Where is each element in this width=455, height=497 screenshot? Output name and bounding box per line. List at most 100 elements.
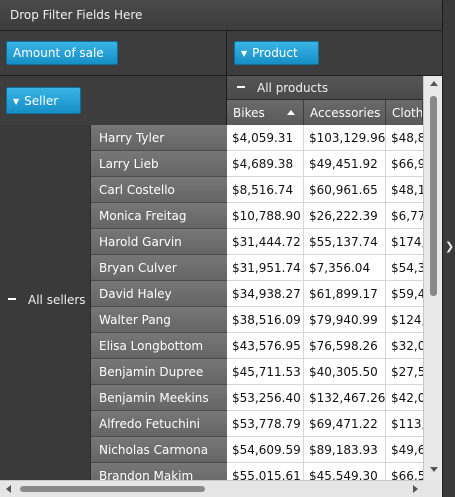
data-cell[interactable]: $55,015.61 [227,463,304,480]
data-cell[interactable]: $6,77 [386,203,423,228]
data-cell[interactable]: $48,8 [386,125,423,150]
data-cell[interactable]: $54,609.59 [227,437,304,462]
data-cell[interactable]: $49,6 [386,437,423,462]
data-cell[interactable]: $27,5 [386,359,423,384]
data-cell[interactable]: $124, [386,307,423,332]
row-header[interactable]: Alfredo Fetuchini [91,411,227,437]
chevron-right-icon[interactable]: ❯ [445,240,454,254]
horizontal-scrollbar[interactable] [0,480,442,497]
row-header[interactable]: Harold Garvin [91,229,227,255]
field-label: Seller [24,94,59,108]
collapse-icon[interactable] [8,298,16,300]
column-fields-zone[interactable]: ▼ Product [227,31,442,76]
amount-of-sale-field-button[interactable]: Amount of sale [6,41,118,65]
data-cell[interactable]: $38,516.09 [227,307,304,332]
data-cell[interactable]: $103,129.96 [304,125,386,150]
data-cell[interactable]: $61,899.17 [304,281,386,306]
data-cell[interactable]: $69,471.22 [304,411,386,436]
data-cell[interactable]: $89,183.93 [304,437,386,462]
data-cell[interactable]: $7,356.04 [304,255,386,280]
scroll-left-icon[interactable] [6,485,11,493]
table-row: $45,711.53 $40,305.50 $27,5 [227,359,423,385]
table-row: $53,256.40 $132,467.26 $42,0 [227,385,423,411]
row-header[interactable]: Brandon Makim [91,463,227,480]
scrollbar-corner [423,480,442,497]
data-cell[interactable]: $10,788.90 [227,203,304,228]
field-label: Product [252,46,298,60]
table-row: $38,516.09 $79,940.99 $124, [227,307,423,333]
row-header[interactable]: Benjamin Dupree [91,359,227,385]
data-cell[interactable]: $174, [386,229,423,254]
horizontal-scroll-thumb[interactable] [20,486,205,492]
row-header[interactable]: Benjamin Meekins [91,385,227,411]
row-header[interactable]: David Haley [91,281,227,307]
data-cell[interactable]: $59,4 [386,281,423,306]
table-row: $34,938.27 $61,899.17 $59,4 [227,281,423,307]
row-header[interactable]: Bryan Culver [91,255,227,281]
column-header-accessories[interactable]: Accessories [304,100,386,125]
data-cell[interactable]: $45,549.30 [304,463,386,480]
row-header[interactable]: Larry Lieb [91,151,227,177]
column-group-header[interactable]: All products [227,76,423,100]
table-row: $10,788.90 $26,222.39 $6,77 [227,203,423,229]
row-header[interactable]: Walter Pang [91,307,227,333]
data-cell[interactable]: $4,689.38 [227,151,304,176]
row-group-label: All sellers [28,293,86,307]
data-cell[interactable]: $31,951.74 [227,255,304,280]
row-header[interactable]: Carl Costello [91,177,227,203]
row-header[interactable]: Nicholas Carmona [91,437,227,463]
data-cell[interactable]: $55,137.74 [304,229,386,254]
product-field-button[interactable]: ▼ Product [234,41,319,65]
data-cell[interactable]: $31,444.72 [227,229,304,254]
column-group-label: All products [257,81,329,95]
table-row: $53,778.79 $69,471.22 $113, [227,411,423,437]
column-header-bikes[interactable]: Bikes [227,100,304,125]
table-row: $43,576.95 $76,598.26 $32,0 [227,333,423,359]
data-cell[interactable]: $26,222.39 [304,203,386,228]
data-cell[interactable]: $66,5 [386,463,423,480]
row-fields-zone[interactable]: ▼ Seller [0,76,227,125]
table-row: $31,951.74 $7,356.04 $54,3 [227,255,423,281]
column-header-label: Accessories [310,106,381,120]
data-cell[interactable]: $45,711.53 [227,359,304,384]
row-header[interactable]: Monica Freitag [91,203,227,229]
table-row: $4,689.38 $49,451.92 $66,9 [227,151,423,177]
data-cell[interactable]: $4,059.31 [227,125,304,150]
row-group-header[interactable]: All sellers [0,125,91,480]
data-cell[interactable]: $43,576.95 [227,333,304,358]
data-cell[interactable]: $53,778.79 [227,411,304,436]
scroll-down-icon[interactable] [430,467,438,472]
seller-field-button[interactable]: ▼ Seller [6,87,81,114]
data-cell[interactable]: $42,0 [386,385,423,410]
filter-icon: ▼ [13,97,20,106]
vertical-scroll-thumb[interactable] [430,96,437,296]
collapse-icon[interactable] [237,86,245,88]
data-cell[interactable]: $113, [386,411,423,436]
data-cell[interactable]: $32,0 [386,333,423,358]
row-header[interactable]: Harry Tyler [91,125,227,151]
field-label: Amount of sale [13,46,104,60]
filter-drop-zone[interactable]: Drop Filter Fields Here [0,0,442,31]
sort-ascending-icon [287,110,295,115]
pivot-grid: Drop Filter Fields Here Amount of sale ▼… [0,0,455,497]
data-cell[interactable]: $49,451.92 [304,151,386,176]
data-cell[interactable]: $60,961.65 [304,177,386,202]
vertical-scrollbar[interactable] [423,76,442,480]
row-header[interactable]: Elisa Longbottom [91,333,227,359]
data-cell[interactable]: $34,938.27 [227,281,304,306]
data-cell[interactable]: $54,3 [386,255,423,280]
filter-drop-label: Drop Filter Fields Here [10,8,143,22]
column-header-clothing[interactable]: Clothing [386,100,423,125]
data-cell[interactable]: $79,940.99 [304,307,386,332]
data-fields-zone[interactable]: Amount of sale [0,31,227,76]
data-cell[interactable]: $132,467.26 [304,385,386,410]
scroll-up-icon[interactable] [430,81,438,86]
data-cell[interactable]: $8,516.74 [227,177,304,202]
data-cell[interactable]: $53,256.40 [227,385,304,410]
data-cell[interactable]: $48,1 [386,177,423,202]
column-header-label: Clothing [392,106,423,120]
data-cell[interactable]: $66,9 [386,151,423,176]
data-cell[interactable]: $76,598.26 [304,333,386,358]
data-cell[interactable]: $40,305.50 [304,359,386,384]
scroll-right-icon[interactable] [413,485,418,493]
